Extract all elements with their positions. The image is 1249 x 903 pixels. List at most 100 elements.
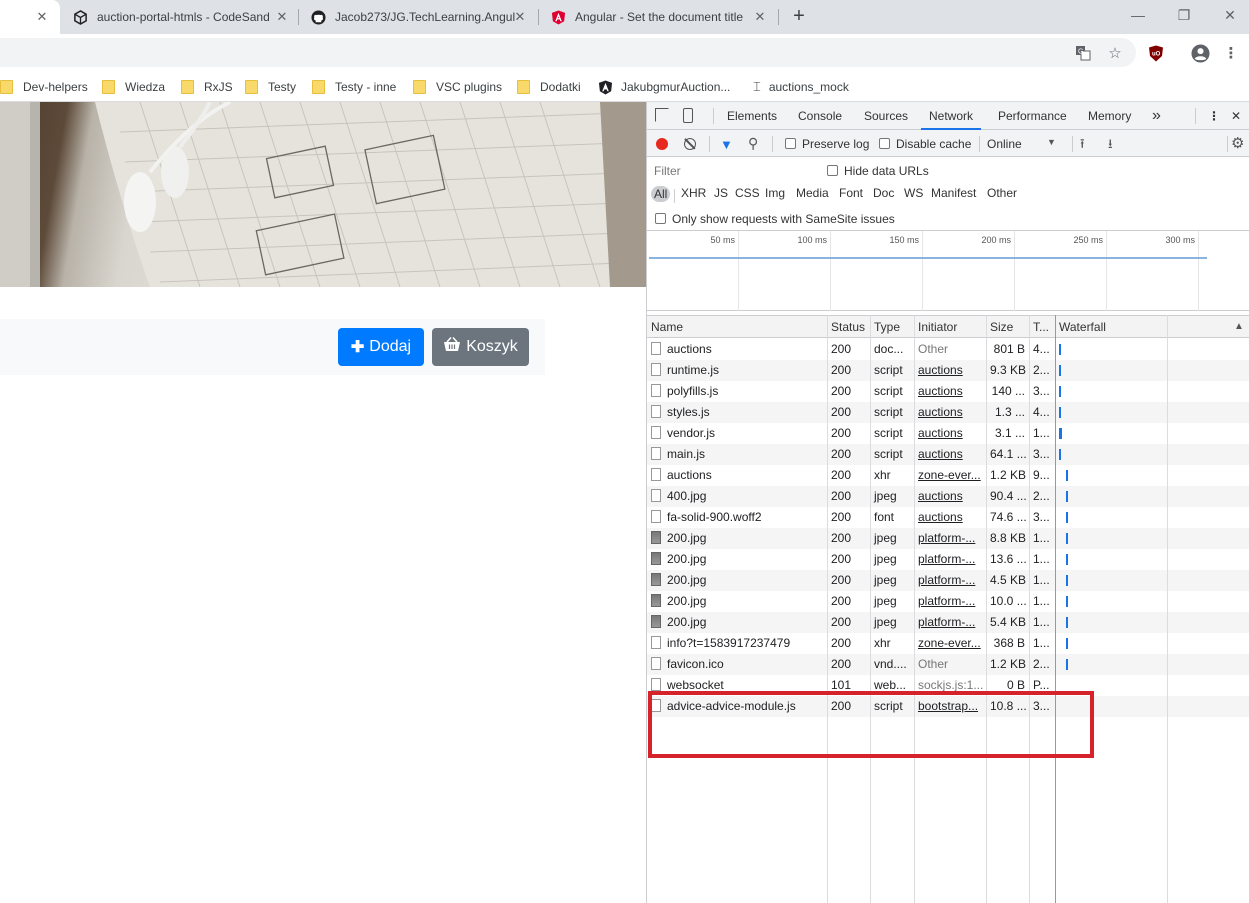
filter-icon[interactable]: ▼ — [720, 137, 733, 152]
network-overview[interactable]: 50 ms 100 ms 150 ms 200 ms 250 ms 300 ms — [647, 231, 1249, 311]
restore-button[interactable]: ❐ — [1161, 4, 1207, 28]
col-name[interactable]: Name — [647, 316, 827, 338]
translate-icon[interactable]: G — [1073, 43, 1093, 63]
tab-github[interactable]: Jacob273/JG.TechLearning.Angul ✕ — [300, 0, 536, 34]
type-css[interactable]: CSS — [735, 186, 760, 200]
cell-initiator[interactable]: auctions — [914, 423, 986, 444]
cell-initiator[interactable]: platform-... — [914, 570, 986, 591]
disable-cache-checkbox[interactable] — [879, 138, 890, 149]
ublock-icon[interactable]: uO — [1146, 43, 1166, 63]
table-row[interactable]: info?t=1583917237479 200 xhr zone-ever... 36… — [647, 633, 1249, 654]
bookmark-auctions-mock[interactable]: ⌶ auctions_mock — [753, 77, 849, 97]
bookmark-vsc-plugins[interactable]: VSC plugins — [413, 77, 502, 97]
type-ws[interactable]: WS — [904, 186, 923, 200]
table-row[interactable]: 200.jpg 200 jpeg platform-... 10.0 ... 1... — [647, 591, 1249, 612]
close-icon[interactable]: ✕ — [34, 9, 50, 25]
table-row[interactable]: 200.jpg 200 jpeg platform-... 5.4 KB 1... — [647, 612, 1249, 633]
cell-initiator[interactable]: auctions — [914, 360, 986, 381]
cell-initiator[interactable]: auctions — [914, 507, 986, 528]
cell-initiator[interactable]: platform-... — [914, 612, 986, 633]
cart-button[interactable]: Koszyk — [432, 328, 529, 366]
close-icon[interactable]: ✕ — [274, 9, 290, 25]
table-row[interactable]: auctions 200 xhr zone-ever... 1.2 KB 9... — [647, 465, 1249, 486]
tab-network[interactable]: Network — [921, 102, 982, 130]
table-row[interactable]: fa-solid-900.woff2 200 font auctions 74.6 ..… — [647, 507, 1249, 528]
throttle-select[interactable]: Online — [987, 137, 1022, 151]
clear-icon[interactable] — [684, 138, 696, 150]
bookmark-testy-inne[interactable]: Testy - inne — [312, 77, 396, 97]
bookmark-rxjs[interactable]: RxJS — [181, 77, 233, 97]
samesite-checkbox[interactable] — [655, 213, 666, 224]
col-time[interactable]: T... — [1029, 316, 1055, 338]
inspect-icon[interactable] — [655, 108, 669, 122]
device-toggle-icon[interactable] — [683, 108, 693, 123]
cell-initiator[interactable]: auctions — [914, 444, 986, 465]
cell-initiator[interactable]: platform-... — [914, 549, 986, 570]
tab-console[interactable]: Console — [798, 102, 842, 130]
table-row[interactable]: vendor.js 200 script auctions 3.1 ... 1... — [647, 423, 1249, 444]
tab-angular[interactable]: Angular - Set the document title ✕ — [540, 0, 776, 34]
table-row[interactable]: auctions 200 doc... Other 801 B 4... — [647, 339, 1249, 360]
col-initiator[interactable]: Initiator — [914, 316, 986, 338]
close-window-button[interactable]: ✕ — [1207, 4, 1249, 28]
menu-icon[interactable]: ⋮ — [1221, 43, 1241, 63]
cell-initiator[interactable]: platform-... — [914, 528, 986, 549]
col-type[interactable]: Type — [870, 316, 914, 338]
table-row[interactable]: 400.jpg 200 jpeg auctions 90.4 ... 2... — [647, 486, 1249, 507]
close-icon[interactable]: ✕ — [512, 9, 528, 25]
tab-performance[interactable]: Performance — [998, 102, 1067, 130]
bookmark-testy[interactable]: Testy — [245, 77, 296, 97]
type-img[interactable]: Img — [765, 186, 785, 200]
table-row[interactable]: runtime.js 200 script auctions 9.3 KB 2... — [647, 360, 1249, 381]
bookmark-wiedza[interactable]: Wiedza — [102, 77, 165, 97]
cell-initiator[interactable]: zone-ever... — [914, 465, 986, 486]
bookmark-star-icon[interactable]: ☆ — [1105, 43, 1125, 63]
tab-codesandbox[interactable]: auction-portal-htmls - CodeSand ✕ — [62, 0, 298, 34]
filter-input[interactable]: Filter — [649, 160, 815, 180]
col-size[interactable]: Size — [986, 316, 1029, 338]
table-row[interactable]: main.js 200 script auctions 64.1 ... 3... — [647, 444, 1249, 465]
cell-initiator[interactable]: platform-... — [914, 591, 986, 612]
tab-elements[interactable]: Elements — [727, 102, 777, 130]
table-row[interactable]: favicon.ico 200 vnd.... Other 1.2 KB 2... — [647, 654, 1249, 675]
more-tabs-icon[interactable]: » — [1152, 102, 1161, 130]
type-xhr[interactable]: XHR — [681, 186, 706, 200]
cell-initiator[interactable]: auctions — [914, 486, 986, 507]
tab-sources[interactable]: Sources — [864, 102, 908, 130]
record-icon[interactable] — [656, 138, 668, 150]
add-button[interactable]: ✚ Dodaj — [338, 328, 424, 366]
type-doc[interactable]: Doc — [873, 186, 894, 200]
type-other[interactable]: Other — [987, 186, 1017, 200]
type-media[interactable]: Media — [796, 186, 829, 200]
new-tab-button[interactable]: + — [788, 6, 810, 28]
search-icon[interactable]: ⚲ — [748, 135, 758, 152]
cell-initiator[interactable]: auctions — [914, 381, 986, 402]
bookmark-jakubgmur[interactable]: JakubgmurAuction... — [598, 77, 730, 97]
type-manifest[interactable]: Manifest — [931, 186, 976, 200]
type-all[interactable]: All — [651, 186, 671, 202]
cell-initiator[interactable]: zone-ever... — [914, 633, 986, 654]
type-font[interactable]: Font — [839, 186, 863, 200]
table-row[interactable]: 200.jpg 200 jpeg platform-... 13.6 ... 1... — [647, 549, 1249, 570]
type-js[interactable]: JS — [714, 186, 728, 200]
tab-memory[interactable]: Memory — [1088, 102, 1131, 130]
profile-icon[interactable] — [1190, 43, 1210, 63]
bookmark-dev-helpers[interactable]: Dev-helpers — [0, 77, 88, 97]
tab-current[interactable]: ✕ — [0, 0, 60, 34]
table-row[interactable]: polyfills.js 200 script auctions 140 ... 3... — [647, 381, 1249, 402]
preserve-log-checkbox[interactable] — [785, 138, 796, 149]
address-bar[interactable] — [0, 38, 1136, 67]
settings-gear-icon[interactable]: ⚙ — [1231, 134, 1244, 152]
cell-initiator[interactable]: auctions — [914, 402, 986, 423]
table-row[interactable]: styles.js 200 script auctions 1.3 ... 4... — [647, 402, 1249, 423]
col-waterfall[interactable]: Waterfall — [1055, 316, 1215, 338]
table-row[interactable]: 200.jpg 200 jpeg platform-... 8.8 KB 1... — [647, 528, 1249, 549]
close-devtools-icon[interactable]: ✕ — [1231, 102, 1241, 130]
export-har-icon[interactable]: ⭳ — [1108, 135, 1113, 157]
hide-data-urls-checkbox[interactable] — [827, 165, 838, 176]
table-row[interactable]: 200.jpg 200 jpeg platform-... 4.5 KB 1... — [647, 570, 1249, 591]
import-har-icon[interactable]: ⭱ — [1080, 135, 1085, 157]
col-status[interactable]: Status — [827, 316, 870, 338]
close-icon[interactable]: ✕ — [752, 9, 768, 25]
minimize-button[interactable]: — — [1115, 4, 1161, 28]
